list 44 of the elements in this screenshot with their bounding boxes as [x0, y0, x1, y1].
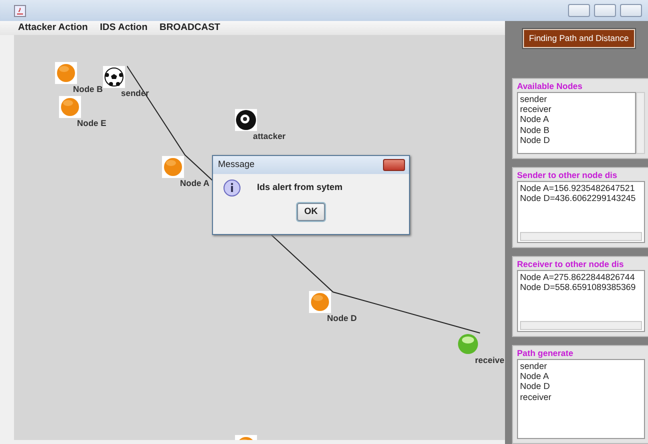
group-title: Sender to other node dis: [517, 170, 618, 181]
list-item[interactable]: Node A: [520, 114, 633, 125]
text-line: Node A: [520, 371, 550, 382]
soccer-ball-icon: [103, 66, 125, 88]
node-label: Node D: [327, 312, 357, 325]
find-path-button[interactable]: Finding Path and Distance: [523, 29, 635, 48]
close-button[interactable]: [383, 159, 405, 172]
close-button[interactable]: [620, 4, 642, 18]
text-line: sender: [520, 361, 548, 372]
text-line: receiver: [520, 392, 552, 402]
message-text: Ids alert from sytem: [257, 181, 343, 194]
eight-ball-icon: [235, 109, 257, 132]
menu-item[interactable]: Attacker Action: [18, 21, 88, 36]
vertical-scrollbar: [636, 92, 645, 154]
list-item[interactable]: Node D: [520, 134, 633, 146]
node-ball-icon: [59, 96, 81, 118]
list-item[interactable]: Node B: [520, 124, 633, 135]
minimize-button[interactable]: [568, 4, 590, 18]
text-line: Node D: [520, 381, 551, 392]
list-item[interactable]: sender: [520, 94, 633, 104]
info-icon: [223, 179, 241, 198]
node-label: Node A: [180, 177, 210, 190]
node-label: Node B: [73, 83, 103, 96]
group-title: Receiver to other node dis: [517, 259, 625, 270]
group-title: Available Nodes: [517, 81, 584, 92]
app-icon: [14, 4, 26, 17]
node-label: Node E: [77, 117, 106, 130]
maximize-button[interactable]: [594, 4, 616, 18]
group-title: Path generate: [517, 348, 574, 359]
text-line: Node A=156.9235482647521: [520, 183, 636, 194]
text-line: Node D=436.6062299143245: [520, 193, 637, 204]
node-ball-icon: [162, 156, 184, 178]
menu-item[interactable]: IDS Action: [100, 21, 148, 36]
receiver-ball-icon: [457, 333, 479, 356]
node-label: attacker: [253, 130, 286, 143]
node-label: receive: [475, 354, 504, 367]
text-line: Node D=558.6591089385369: [520, 282, 637, 292]
ok-button[interactable]: OK: [297, 203, 325, 221]
list-item[interactable]: receiver: [520, 104, 633, 114]
node-ball-icon: [309, 291, 331, 314]
dialog-title: Message: [218, 158, 255, 172]
node-ball-icon: [55, 62, 77, 84]
menu-item[interactable]: BROADCAST: [160, 21, 220, 36]
text-line: Node A=275.8622844826744: [520, 272, 636, 282]
